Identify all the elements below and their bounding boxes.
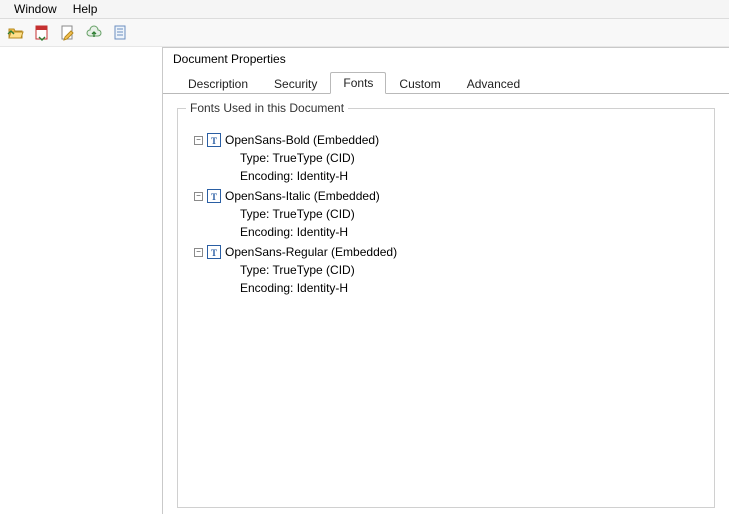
tab-security[interactable]: Security bbox=[261, 73, 330, 94]
tab-custom[interactable]: Custom bbox=[386, 73, 453, 94]
font-type-icon: T bbox=[207, 189, 221, 203]
tree-collapse-icon[interactable]: − bbox=[194, 248, 203, 257]
font-type-label: Type: TrueType (CID) bbox=[240, 205, 698, 223]
font-name-label: OpenSans-Italic (Embedded) bbox=[225, 189, 380, 203]
tab-fonts[interactable]: Fonts bbox=[330, 72, 386, 94]
tree-collapse-icon[interactable]: − bbox=[194, 136, 203, 145]
cloud-upload-icon[interactable] bbox=[84, 23, 104, 43]
font-encoding-label: Encoding: Identity-H bbox=[240, 167, 698, 185]
font-type-label: Type: TrueType (CID) bbox=[240, 149, 698, 167]
font-type-label: Type: TrueType (CID) bbox=[240, 261, 698, 279]
font-name-label: OpenSans-Bold (Embedded) bbox=[225, 133, 379, 147]
font-entry: − T OpenSans-Regular (Embedded) Type: Tr… bbox=[194, 243, 698, 297]
content-area: Document Properties Description Security… bbox=[0, 47, 729, 514]
dialog-title: Document Properties bbox=[163, 48, 729, 72]
toolbar bbox=[0, 19, 729, 47]
font-tree: − T OpenSans-Bold (Embedded) Type: TrueT… bbox=[190, 127, 702, 303]
font-type-icon: T bbox=[207, 245, 221, 259]
tab-body-fonts: Fonts Used in this Document − T bbox=[163, 94, 729, 514]
svg-text:T: T bbox=[211, 192, 217, 202]
menu-window[interactable]: Window bbox=[6, 1, 65, 17]
font-encoding-label: Encoding: Identity-H bbox=[240, 279, 698, 297]
tab-strip: Description Security Fonts Custom Advanc… bbox=[163, 72, 729, 94]
font-head: − T OpenSans-Bold (Embedded) bbox=[194, 131, 698, 149]
save-pdf-icon[interactable] bbox=[32, 23, 52, 43]
font-entry: − T OpenSans-Italic (Embedded) Type: Tru… bbox=[194, 187, 698, 241]
font-entry: − T OpenSans-Bold (Embedded) Type: TrueT… bbox=[194, 131, 698, 185]
font-type-icon: T bbox=[207, 133, 221, 147]
svg-text:T: T bbox=[211, 136, 217, 146]
fonts-groupbox: Fonts Used in this Document − T bbox=[177, 108, 715, 508]
edit-icon[interactable] bbox=[58, 23, 78, 43]
font-name-label: OpenSans-Regular (Embedded) bbox=[225, 245, 397, 259]
tree-collapse-icon[interactable]: − bbox=[194, 192, 203, 201]
document-properties-dialog: Document Properties Description Security… bbox=[162, 47, 729, 514]
svg-text:T: T bbox=[211, 248, 217, 258]
tab-advanced[interactable]: Advanced bbox=[454, 73, 533, 94]
page-icon[interactable] bbox=[110, 23, 130, 43]
font-encoding-label: Encoding: Identity-H bbox=[240, 223, 698, 241]
fonts-groupbox-legend: Fonts Used in this Document bbox=[186, 101, 348, 115]
menu-help[interactable]: Help bbox=[65, 1, 106, 17]
menubar: Window Help bbox=[0, 0, 729, 19]
tab-description[interactable]: Description bbox=[175, 73, 261, 94]
open-folder-icon[interactable] bbox=[6, 23, 26, 43]
font-head: − T OpenSans-Regular (Embedded) bbox=[194, 243, 698, 261]
font-head: − T OpenSans-Italic (Embedded) bbox=[194, 187, 698, 205]
